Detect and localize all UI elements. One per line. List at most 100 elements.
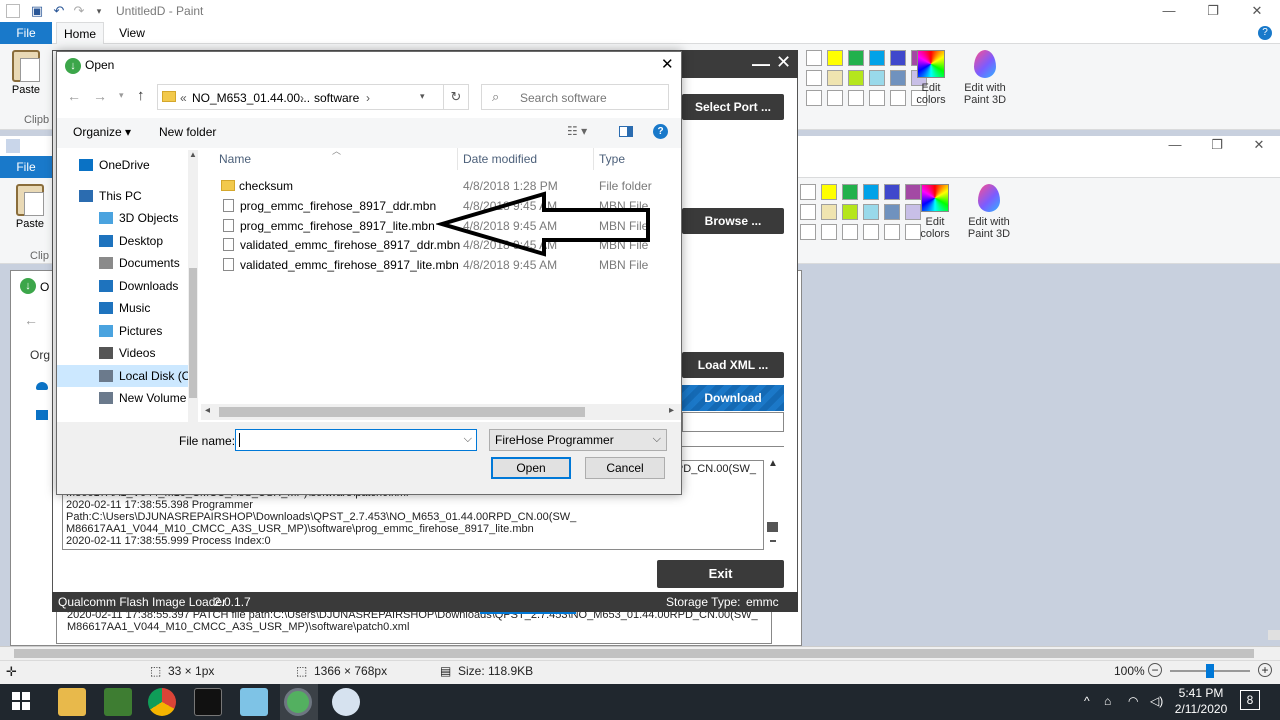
tab-file[interactable]: File (0, 22, 52, 44)
color-swatch[interactable] (884, 204, 900, 220)
qfil-close-icon[interactable]: ✕ (776, 52, 791, 73)
recent-locations-icon[interactable]: ▾ (119, 90, 124, 101)
tab-view[interactable]: View (110, 22, 154, 44)
maximize-icon[interactable]: ❐ (1198, 2, 1228, 20)
color-swatch[interactable] (821, 204, 837, 220)
tree-item-videos[interactable]: Videos (57, 342, 197, 364)
chrome-icon[interactable] (148, 688, 176, 716)
breadcrumb-software[interactable]: software (314, 91, 359, 105)
tree-item-3d-objects[interactable]: 3D Objects (57, 207, 197, 229)
search-box[interactable]: ⌕ Search software (481, 84, 669, 110)
color-swatch[interactable] (863, 184, 879, 200)
color-swatch[interactable] (848, 50, 864, 66)
color-swatch[interactable] (848, 90, 864, 106)
tray-chevron-icon[interactable]: ^ (1084, 694, 1090, 708)
color-swatch[interactable] (827, 90, 843, 106)
color-swatch[interactable] (800, 204, 816, 220)
customize-toolbar-icon[interactable]: ▾ (92, 4, 106, 18)
filename-input[interactable]: ⌵ (235, 429, 477, 451)
dialog-help-icon[interactable]: ? (653, 124, 668, 139)
close-icon[interactable]: ✕ (1242, 2, 1272, 20)
color-swatch[interactable] (890, 70, 906, 86)
open-button[interactable]: Open (491, 457, 571, 479)
color-swatch[interactable] (827, 50, 843, 66)
minimize-icon[interactable]: — (1154, 2, 1184, 20)
color-swatch[interactable] (890, 90, 906, 106)
color-swatch[interactable] (863, 204, 879, 220)
load-xml-button[interactable]: Load XML ... (682, 352, 784, 378)
color-swatch[interactable] (821, 224, 837, 240)
scroll-left-icon[interactable]: ◂ (205, 405, 210, 416)
column-type[interactable]: Type (599, 152, 625, 166)
log-scroll-up-icon[interactable]: ▲ (768, 458, 778, 469)
address-dropdown-icon[interactable]: ▾ (420, 91, 425, 102)
save-icon[interactable]: ▣ (30, 4, 44, 18)
tree-item-new-volume-e[interactable]: New Volume (E: (57, 387, 197, 409)
log-scroll-down-icon[interactable] (770, 540, 776, 542)
file-explorer-icon[interactable] (58, 688, 86, 716)
organize-button[interactable]: Organize ▾ (73, 125, 131, 139)
color-swatch[interactable] (827, 70, 843, 86)
color-swatch[interactable] (884, 184, 900, 200)
back-icon[interactable]: ← (67, 88, 81, 104)
color-swatch[interactable] (869, 50, 885, 66)
notepad-icon[interactable] (240, 688, 268, 716)
notifications-icon[interactable]: 8 (1240, 690, 1260, 710)
color-swatch[interactable] (863, 224, 879, 240)
zoom-in-icon[interactable]: + (1258, 663, 1272, 677)
tab-home[interactable]: Home (56, 22, 104, 44)
color-swatch[interactable] (806, 50, 822, 66)
color-swatch[interactable] (884, 224, 900, 240)
network-icon[interactable]: ⌂ (1104, 694, 1111, 708)
color-swatch[interactable] (821, 184, 837, 200)
color-swatch[interactable] (842, 224, 858, 240)
forward-icon[interactable]: → (93, 88, 107, 104)
color-swatch[interactable] (869, 90, 885, 106)
tree-scroll-thumb[interactable] (189, 268, 197, 398)
color-swatch[interactable] (806, 90, 822, 106)
tree-item-onedrive[interactable]: OneDrive (57, 154, 197, 176)
volume-icon[interactable]: ◁) (1150, 694, 1163, 708)
column-name[interactable]: Name (219, 152, 251, 166)
refresh-icon[interactable]: ↻ (443, 84, 469, 110)
tree-item-downloads[interactable]: Downloads (57, 275, 197, 297)
new-folder-button[interactable]: New folder (159, 125, 216, 139)
color-swatch[interactable] (800, 184, 816, 200)
scroll-right-icon[interactable]: ▸ (669, 405, 674, 416)
exit-button[interactable]: Exit (657, 560, 784, 588)
undo-icon[interactable]: ↶ (52, 4, 66, 18)
redo-icon[interactable]: ↷ (72, 4, 86, 18)
wifi-icon[interactable]: ◠ (1128, 694, 1138, 708)
tree-item-desktop[interactable]: Desktop (57, 230, 197, 252)
zoom-out-icon[interactable]: − (1148, 663, 1162, 677)
tree-item-documents[interactable]: Documents (57, 252, 197, 274)
app-green-icon[interactable] (104, 688, 132, 716)
download-button[interactable]: Download (682, 385, 784, 411)
color-swatch[interactable] (869, 70, 885, 86)
file-type-select[interactable]: FireHose Programmer ⌵ (489, 429, 667, 451)
color-swatch[interactable] (890, 50, 906, 66)
up-folder-icon[interactable]: ↑ (137, 87, 145, 104)
hscroll-thumb[interactable] (219, 407, 585, 417)
log-scroll-thumb[interactable] (767, 522, 778, 532)
file-list-hscrollbar[interactable]: ◂ ▸ (201, 404, 681, 420)
dialog-close-icon[interactable]: ✕ (661, 55, 674, 73)
filename-dropdown-icon[interactable]: ⌵ (464, 433, 472, 446)
view-options-icon[interactable]: ☷ ▾ (567, 124, 587, 138)
preview-pane-icon[interactable] (619, 126, 633, 137)
tree-item-music[interactable]: Music (57, 297, 197, 319)
tree-item-local-disk-c[interactable]: Local Disk (C:) (57, 364, 197, 387)
color-swatch[interactable] (800, 224, 816, 240)
column-date-modified[interactable]: Date modified (463, 152, 537, 166)
help-icon[interactable]: ? (1258, 26, 1272, 40)
tree-item-pictures[interactable]: Pictures (57, 320, 197, 342)
tree-scrollbar[interactable]: ▲ (188, 150, 198, 422)
breadcrumb-parent[interactable]: NO_M653_01.44.00... (192, 91, 310, 105)
paste-button[interactable]: Paste (8, 50, 44, 96)
color-swatch[interactable] (842, 184, 858, 200)
color-swatch[interactable] (806, 70, 822, 86)
cancel-button[interactable]: Cancel (585, 457, 665, 479)
start-icon[interactable] (12, 692, 30, 710)
color-swatch[interactable] (842, 204, 858, 220)
tree-item-this-pc[interactable]: This PC (57, 185, 197, 207)
